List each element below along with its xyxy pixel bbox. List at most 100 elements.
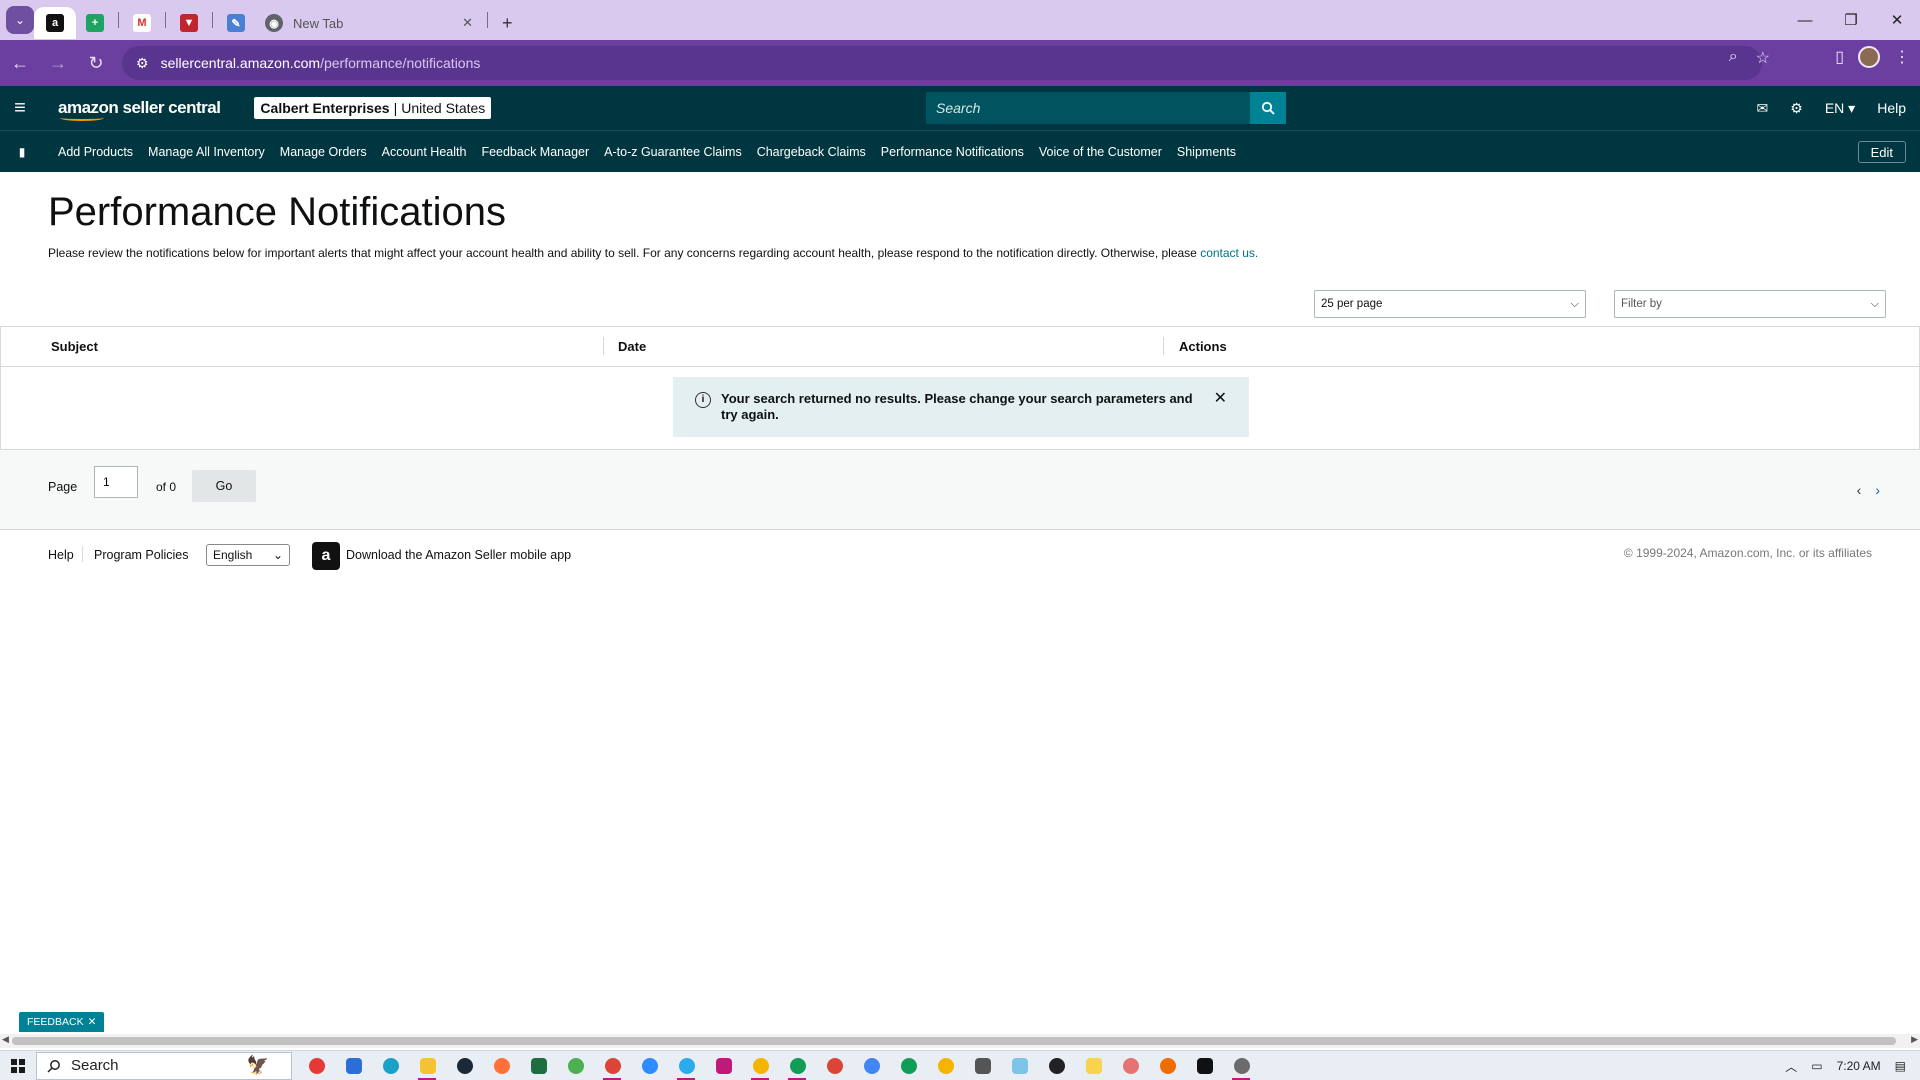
excel-icon[interactable]	[520, 1051, 557, 1080]
help-link[interactable]: Help	[1877, 100, 1906, 116]
chevron-right-icon[interactable]: ›	[1875, 482, 1880, 498]
chevron-up-icon[interactable]: ︿	[1785, 1058, 1797, 1075]
paint-icon[interactable]	[1112, 1051, 1149, 1080]
tab-brand[interactable]: ▼	[170, 7, 208, 39]
program-policies-link[interactable]: Program Policies	[94, 548, 188, 562]
calculator-icon[interactable]	[964, 1051, 1001, 1080]
edge-icon[interactable]	[372, 1051, 409, 1080]
mail-icon[interactable]: ✉	[1757, 100, 1769, 117]
nav-manage-orders[interactable]: Manage Orders	[280, 145, 367, 159]
clock[interactable]: 7:20 AM	[1837, 1059, 1881, 1073]
download-app-link[interactable]: Download the Amazon Seller mobile app	[346, 548, 571, 562]
seller-search-input[interactable]	[926, 92, 1250, 124]
telegram-icon[interactable]	[668, 1051, 705, 1080]
close-icon[interactable]: ✕	[88, 1016, 97, 1028]
site-info-icon[interactable]: ⚙	[136, 55, 149, 72]
filter-select[interactable]: Filter by ⌵	[1614, 290, 1886, 318]
nav-add-products[interactable]: Add Products	[58, 145, 133, 159]
contact-us-link[interactable]: contact us.	[1200, 246, 1258, 260]
url-field[interactable]: ⚙ sellercentral.amazon.com/performance/n…	[122, 46, 1762, 80]
chevron-down-icon: ⌄	[272, 548, 283, 562]
browser-menu-icon[interactable]: ⋮	[1894, 47, 1910, 67]
chrome-profile-icon[interactable]	[594, 1051, 631, 1080]
firefox-icon[interactable]	[483, 1051, 520, 1080]
scroll-left-icon[interactable]: ◀	[2, 1034, 9, 1045]
chevron-down-icon: ⌵	[1870, 297, 1879, 310]
scroll-right-icon[interactable]: ▶	[1911, 1034, 1918, 1045]
nav-manage-inventory[interactable]: Manage All Inventory	[148, 145, 265, 159]
horizontal-scrollbar[interactable]: ◀ ▶	[0, 1034, 1920, 1048]
gear-icon[interactable]: ⚙	[1790, 100, 1803, 117]
tab-separator	[118, 12, 119, 28]
chrome-profile-icon[interactable]	[779, 1051, 816, 1080]
steam-icon[interactable]	[446, 1051, 483, 1080]
tab-amazon[interactable]: a	[34, 7, 76, 39]
app-check-icon[interactable]	[1186, 1051, 1223, 1080]
close-icon[interactable]: ✕	[1214, 391, 1227, 407]
nav-voice-of-customer[interactable]: Voice of the Customer	[1039, 145, 1162, 159]
chrome-profile-icon[interactable]	[853, 1051, 890, 1080]
search-button[interactable]	[1250, 92, 1286, 124]
start-button[interactable]	[0, 1058, 36, 1073]
back-icon[interactable]: ←	[2, 45, 38, 81]
app-store-icon[interactable]	[335, 1051, 372, 1080]
edit-nav-button[interactable]: Edit	[1857, 141, 1906, 163]
amazon-app-icon[interactable]: a	[312, 542, 340, 570]
forward-icon[interactable]: →	[40, 45, 76, 81]
scrollbar-thumb[interactable]	[12, 1037, 1896, 1045]
account-switcher[interactable]: Calbert Enterprises | United States	[254, 97, 492, 119]
close-window-icon[interactable]: ✕	[1874, 0, 1920, 40]
footer-language-select[interactable]: English ⌄	[206, 544, 290, 566]
settings-icon[interactable]	[1223, 1051, 1260, 1080]
go-button[interactable]: Go	[192, 470, 256, 502]
per-page-select[interactable]: 25 per page ⌵	[1314, 290, 1586, 318]
nav-feedback-manager[interactable]: Feedback Manager	[481, 145, 589, 159]
sticky-notes-icon[interactable]	[1075, 1051, 1112, 1080]
new-tab-button[interactable]: +	[492, 7, 523, 39]
reload-icon[interactable]: ↻	[78, 45, 114, 81]
tab-new-tab[interactable]: ◉ New Tab ✕	[255, 7, 483, 39]
nav-chargeback-claims[interactable]: Chargeback Claims	[757, 145, 866, 159]
tab-sheets[interactable]: +	[76, 7, 114, 39]
nav-atoz-claims[interactable]: A-to-z Guarantee Claims	[604, 145, 742, 159]
notifications-icon[interactable]: ▤	[1895, 1059, 1906, 1073]
side-panel-icon[interactable]: ▯	[1835, 47, 1844, 67]
chrome-profile-icon[interactable]	[890, 1051, 927, 1080]
chrome-profile-icon[interactable]	[816, 1051, 853, 1080]
minimize-icon[interactable]: —	[1782, 0, 1828, 40]
column-date[interactable]: Date	[618, 339, 646, 354]
close-tab-icon[interactable]: ✕	[462, 15, 473, 31]
tab-pen[interactable]: ✎	[217, 7, 255, 39]
footer-help-link[interactable]: Help	[48, 548, 74, 562]
zoom-icon[interactable]	[631, 1051, 668, 1080]
tab-gmail[interactable]: M	[123, 7, 161, 39]
battery-icon[interactable]: ▭	[1811, 1059, 1822, 1073]
app-pink-icon[interactable]	[705, 1051, 742, 1080]
bookmark-icon[interactable]: ▮	[0, 145, 44, 159]
app-orange-icon[interactable]	[1149, 1051, 1186, 1080]
bookmark-star-icon[interactable]: ☆	[1756, 48, 1770, 68]
language-selector[interactable]: EN ▾	[1825, 100, 1855, 117]
page-number-input[interactable]	[94, 466, 138, 498]
app-dark-icon[interactable]	[1038, 1051, 1075, 1080]
pagination-bar: Page of 0 Go ‹ ›	[0, 450, 1920, 530]
feedback-button[interactable]: FEEDBACK ✕	[19, 1012, 105, 1032]
chrome-profile-icon[interactable]	[927, 1051, 964, 1080]
column-subject[interactable]: Subject	[51, 339, 98, 354]
seller-central-logo[interactable]: amazon seller central	[58, 98, 221, 121]
menu-icon[interactable]: ≡	[0, 97, 40, 120]
app-red-icon[interactable]	[298, 1051, 335, 1080]
nav-account-health[interactable]: Account Health	[382, 145, 467, 159]
profile-avatar[interactable]	[1858, 46, 1880, 68]
zoom-icon[interactable]: ⌕	[1729, 48, 1738, 68]
restore-icon[interactable]: ❐	[1828, 0, 1874, 40]
nav-shipments[interactable]: Shipments	[1177, 145, 1236, 159]
file-explorer-icon[interactable]	[409, 1051, 446, 1080]
page-title: Performance Notifications	[48, 190, 506, 234]
notepad-icon[interactable]	[1001, 1051, 1038, 1080]
chrome-icon[interactable]	[557, 1051, 594, 1080]
nav-performance-notifications[interactable]: Performance Notifications	[881, 145, 1024, 159]
chrome-profile-icon[interactable]	[742, 1051, 779, 1080]
chevron-left-icon[interactable]: ‹	[1857, 482, 1862, 498]
tab-search-button[interactable]: ⌄	[6, 6, 34, 34]
